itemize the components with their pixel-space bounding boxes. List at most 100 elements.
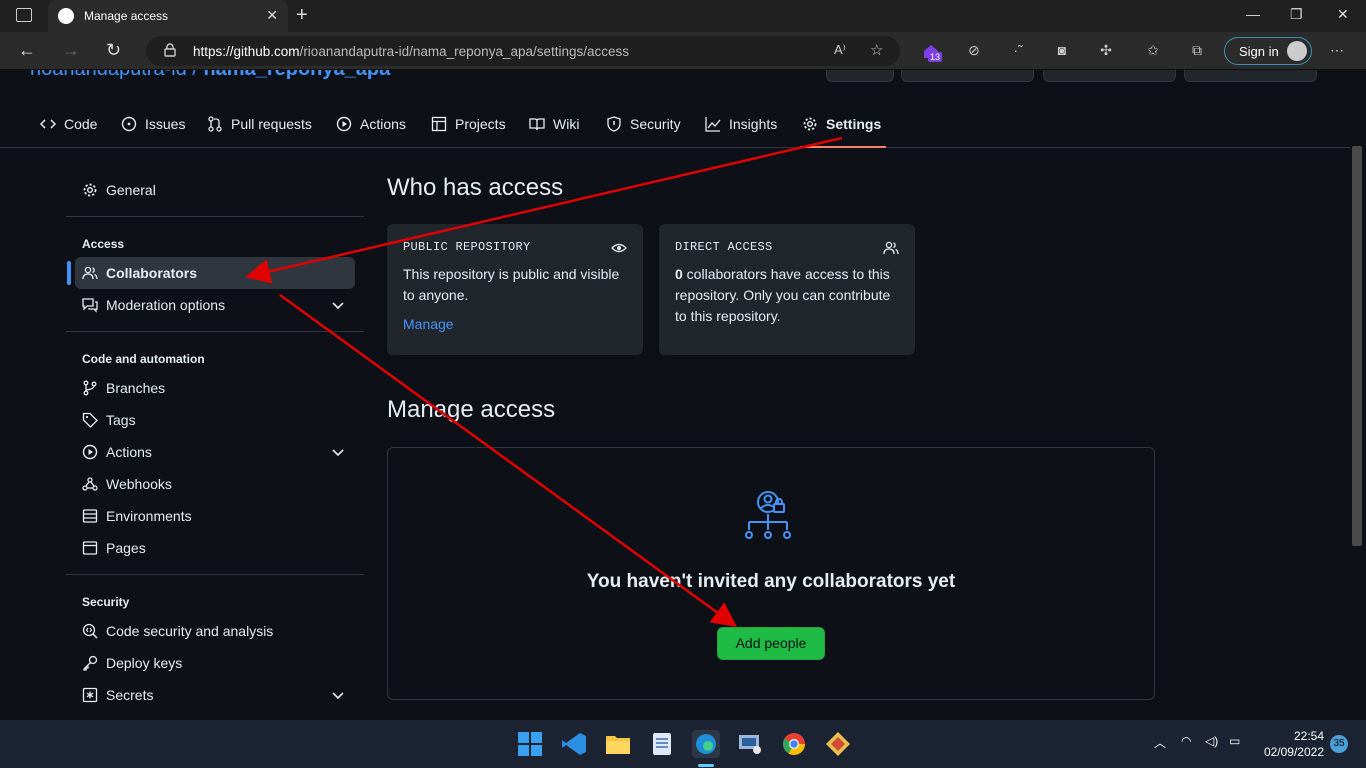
edge-icon[interactable]	[692, 730, 720, 758]
eye-icon	[611, 243, 627, 253]
people-icon	[82, 266, 98, 280]
tab-wiki[interactable]: Wiki	[529, 116, 579, 132]
tab-settings[interactable]: Settings	[802, 116, 881, 132]
sidebar-item-collaborators[interactable]: Collaborators	[67, 257, 355, 289]
tab-title: Manage access	[84, 9, 169, 23]
window-close-icon[interactable]: ✕	[1337, 6, 1349, 23]
tab-code[interactable]: Code	[40, 116, 97, 132]
file-explorer-icon[interactable]	[604, 730, 632, 758]
repo-owner-link[interactable]: rioanandaputra-id	[30, 70, 187, 80]
chevron-down-icon[interactable]	[330, 687, 346, 703]
favorites-icon[interactable]: ✩	[1144, 42, 1162, 60]
sidebar-item-moderation[interactable]: Moderation options	[66, 289, 364, 321]
fork-button[interactable]	[1043, 70, 1176, 82]
extension-3-icon[interactable]: ·˜	[1009, 42, 1027, 60]
maximize-icon[interactable]: ❐	[1290, 6, 1303, 23]
wifi-icon[interactable]: ◠	[1181, 734, 1191, 748]
puzzle-icon[interactable]: ✣	[1097, 42, 1115, 60]
chrome-icon[interactable]	[780, 730, 808, 758]
sidebar-item-deploy-keys[interactable]: Deploy keys	[66, 647, 364, 679]
sidebar-item-label: Webhooks	[106, 476, 172, 492]
code-icon	[40, 119, 56, 129]
tab-actions[interactable]: Actions	[336, 116, 406, 132]
tab-pull-requests[interactable]: Pull requests	[207, 116, 312, 132]
who-has-access-heading: Who has access	[387, 174, 564, 201]
more-menu-icon[interactable]: ⋯	[1328, 42, 1346, 60]
tab-security-label: Security	[630, 116, 681, 132]
notepad-icon[interactable]	[648, 730, 676, 758]
repo-nav: Code Issues Pull requests Actions Projec…	[0, 104, 1350, 148]
back-icon[interactable]: ←	[18, 40, 36, 61]
page-scrollbar[interactable]	[1350, 70, 1366, 720]
tab-close-icon[interactable]: ✕	[266, 7, 278, 24]
tab-projects[interactable]: Projects	[431, 116, 506, 132]
sign-in-label: Sign in	[1239, 44, 1279, 59]
sidebar-item-general[interactable]: General	[66, 174, 364, 206]
remote-desktop-icon[interactable]	[736, 730, 764, 758]
extension-2-icon[interactable]: ⊘	[965, 42, 983, 60]
tab-insights[interactable]: Insights	[705, 116, 777, 132]
add-people-button[interactable]: Add people	[717, 627, 825, 660]
sign-in-button[interactable]: Sign in	[1224, 37, 1312, 65]
sidebar-item-tags[interactable]: Tags	[66, 404, 364, 436]
sidebar-heading-code: Code and automation	[82, 352, 205, 366]
branch-icon	[83, 380, 97, 396]
taskbar-clock[interactable]: 22:54 02/09/2022	[1256, 728, 1324, 760]
new-tab-icon[interactable]: +	[296, 4, 308, 27]
sidebar-item-label: Pages	[106, 540, 146, 556]
book-icon	[529, 118, 545, 131]
sidebar-item-webhooks[interactable]: Webhooks	[66, 468, 364, 500]
blankslate-message: You haven't invited any collaborators ye…	[586, 571, 956, 592]
manage-link[interactable]: Manage	[403, 316, 627, 332]
camera-icon[interactable]: ◙	[1053, 42, 1071, 60]
chevron-down-icon[interactable]	[330, 297, 346, 313]
sidebar-item-code-security[interactable]: Code security and analysis	[66, 615, 364, 647]
sidebar-heading-security: Security	[82, 595, 130, 609]
tab-projects-label: Projects	[455, 116, 506, 132]
favorite-add-icon[interactable]: ☆	[870, 41, 883, 59]
vscode-icon[interactable]	[560, 730, 588, 758]
tray-chevron-up-icon[interactable]: ︿	[1154, 734, 1166, 751]
lock-icon	[164, 43, 176, 57]
refresh-icon[interactable]: ↻	[106, 40, 121, 61]
extension-icon[interactable]: 13	[922, 42, 943, 62]
notification-badge[interactable]: 35	[1330, 735, 1348, 753]
address-toolbar: ← → ↻ https://github.com/rioanandaputra-…	[0, 32, 1366, 70]
people-icon	[883, 241, 899, 255]
browser-tab-bar: Manage access ✕ + — ❐ ✕	[0, 0, 1366, 32]
tab-actions-icon[interactable]	[16, 8, 32, 22]
windows-start-icon[interactable]	[516, 730, 544, 758]
sidebar-item-pages[interactable]: Pages	[66, 532, 364, 564]
gear-icon	[83, 183, 97, 197]
sidebar-item-branches[interactable]: Branches	[66, 372, 364, 404]
extension-badge: 13	[928, 52, 943, 62]
battery-icon[interactable]: ▭	[1229, 734, 1240, 748]
github-page: rioanandaputra-id / nama_reponya_apa Cod…	[0, 70, 1366, 720]
read-aloud-icon[interactable]: A⁾	[834, 42, 846, 58]
sidebar-item-label: Secrets	[106, 687, 154, 703]
tab-pull-requests-label: Pull requests	[231, 116, 312, 132]
collections-icon[interactable]: ⧉	[1188, 42, 1206, 60]
collaborator-count: 0	[675, 266, 683, 282]
repo-name-link[interactable]: nama_reponya_apa	[203, 70, 390, 80]
pin-button[interactable]	[826, 70, 894, 82]
scrollbar-thumb[interactable]	[1352, 146, 1362, 546]
tab-wiki-label: Wiki	[553, 116, 580, 132]
chevron-down-icon[interactable]	[330, 444, 346, 460]
sidebar-item-actions[interactable]: Actions	[66, 436, 364, 468]
unwatch-button[interactable]	[901, 70, 1034, 82]
browser-tab[interactable]: Manage access ✕	[48, 0, 288, 32]
play-icon	[336, 116, 352, 132]
repo-separator: /	[192, 70, 198, 80]
git-tool-icon[interactable]	[824, 730, 852, 758]
forward-icon[interactable]: →	[62, 40, 80, 61]
sidebar-item-environments[interactable]: Environments	[66, 500, 364, 532]
star-button[interactable]	[1184, 70, 1317, 82]
url-field[interactable]: https://github.com/rioanandaputra-id/nam…	[146, 36, 900, 66]
tab-security[interactable]: Security	[606, 116, 681, 132]
tab-issues[interactable]: Issues	[121, 116, 185, 132]
sidebar-item-secrets[interactable]: Secrets	[66, 679, 364, 711]
minimize-icon[interactable]: —	[1246, 6, 1260, 22]
volume-icon[interactable]: ◁)	[1205, 734, 1218, 748]
clock-date: 02/09/2022	[1263, 745, 1324, 759]
